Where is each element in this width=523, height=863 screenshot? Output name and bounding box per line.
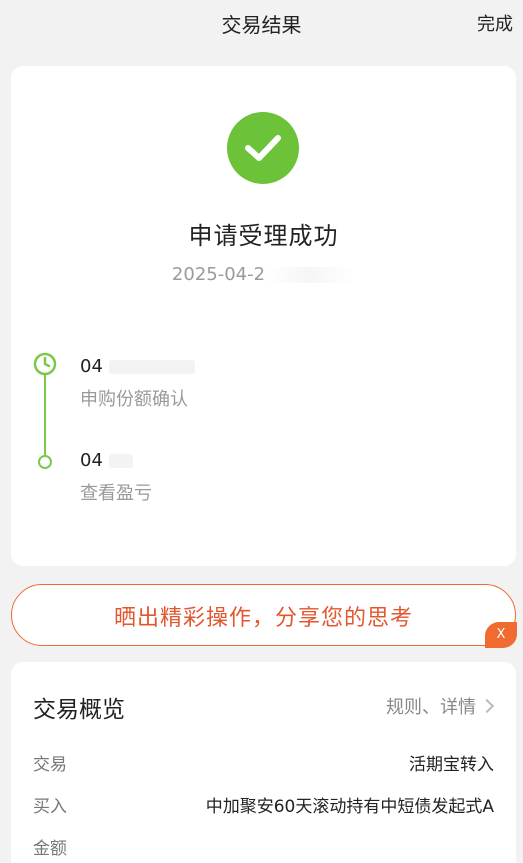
row-key: 交易 <box>33 755 67 775</box>
clock-icon <box>33 352 57 376</box>
timeline-date: 04 <box>80 356 103 377</box>
row-value: 中加聚安60天滚动持有中短债发起式A <box>205 797 494 817</box>
share-banner[interactable]: 晒出精彩操作，分享您的思考 X <box>11 584 517 648</box>
redacted-area <box>108 360 195 374</box>
chevron-right-icon <box>479 698 495 714</box>
status-time-text: 2025-04-2 <box>171 264 266 285</box>
rules-details-label: 规则、详情 <box>386 697 476 718</box>
status-time: 2025-04-2 <box>11 264 516 285</box>
redacted-area <box>265 267 356 283</box>
status-title: 申请受理成功 <box>188 222 339 250</box>
timeline-date: 04 <box>80 450 103 471</box>
timeline-item: 04 查看盈亏 <box>80 450 152 505</box>
top-bar: 交易结果 完成 <box>0 0 523 48</box>
timeline-line <box>44 374 46 460</box>
success-check-icon <box>227 112 299 184</box>
timeline-item: 04 申购份额确认 <box>80 356 195 411</box>
page-title: 交易结果 <box>221 13 302 37</box>
row-key: 金额 <box>33 839 67 859</box>
close-icon[interactable]: X <box>485 622 517 648</box>
redacted-area <box>108 454 133 468</box>
done-button[interactable]: 完成 <box>477 10 513 36</box>
row-value: 活期宝转入 <box>409 755 494 775</box>
share-banner-label: 晒出精彩操作，分享您的思考 <box>113 606 413 631</box>
timeline: 04 申购份额确认 04 查看盈亏 <box>33 352 493 512</box>
rules-details-link[interactable]: 规则、详情 <box>386 693 495 719</box>
overview-title: 交易概览 <box>33 697 125 723</box>
result-card: 申请受理成功 2025-04-2 04 申购份额确认 04 查看盈亏 <box>11 66 516 566</box>
timeline-desc: 申购份额确认 <box>80 389 188 410</box>
timeline-dot-icon <box>38 455 52 469</box>
row-key: 买入 <box>33 797 67 817</box>
timeline-desc: 查看盈亏 <box>80 483 152 504</box>
overview-card: 交易概览 规则、详情 交易 活期宝转入 买入 中加聚安60天滚动持有中短债发起式… <box>11 662 516 863</box>
